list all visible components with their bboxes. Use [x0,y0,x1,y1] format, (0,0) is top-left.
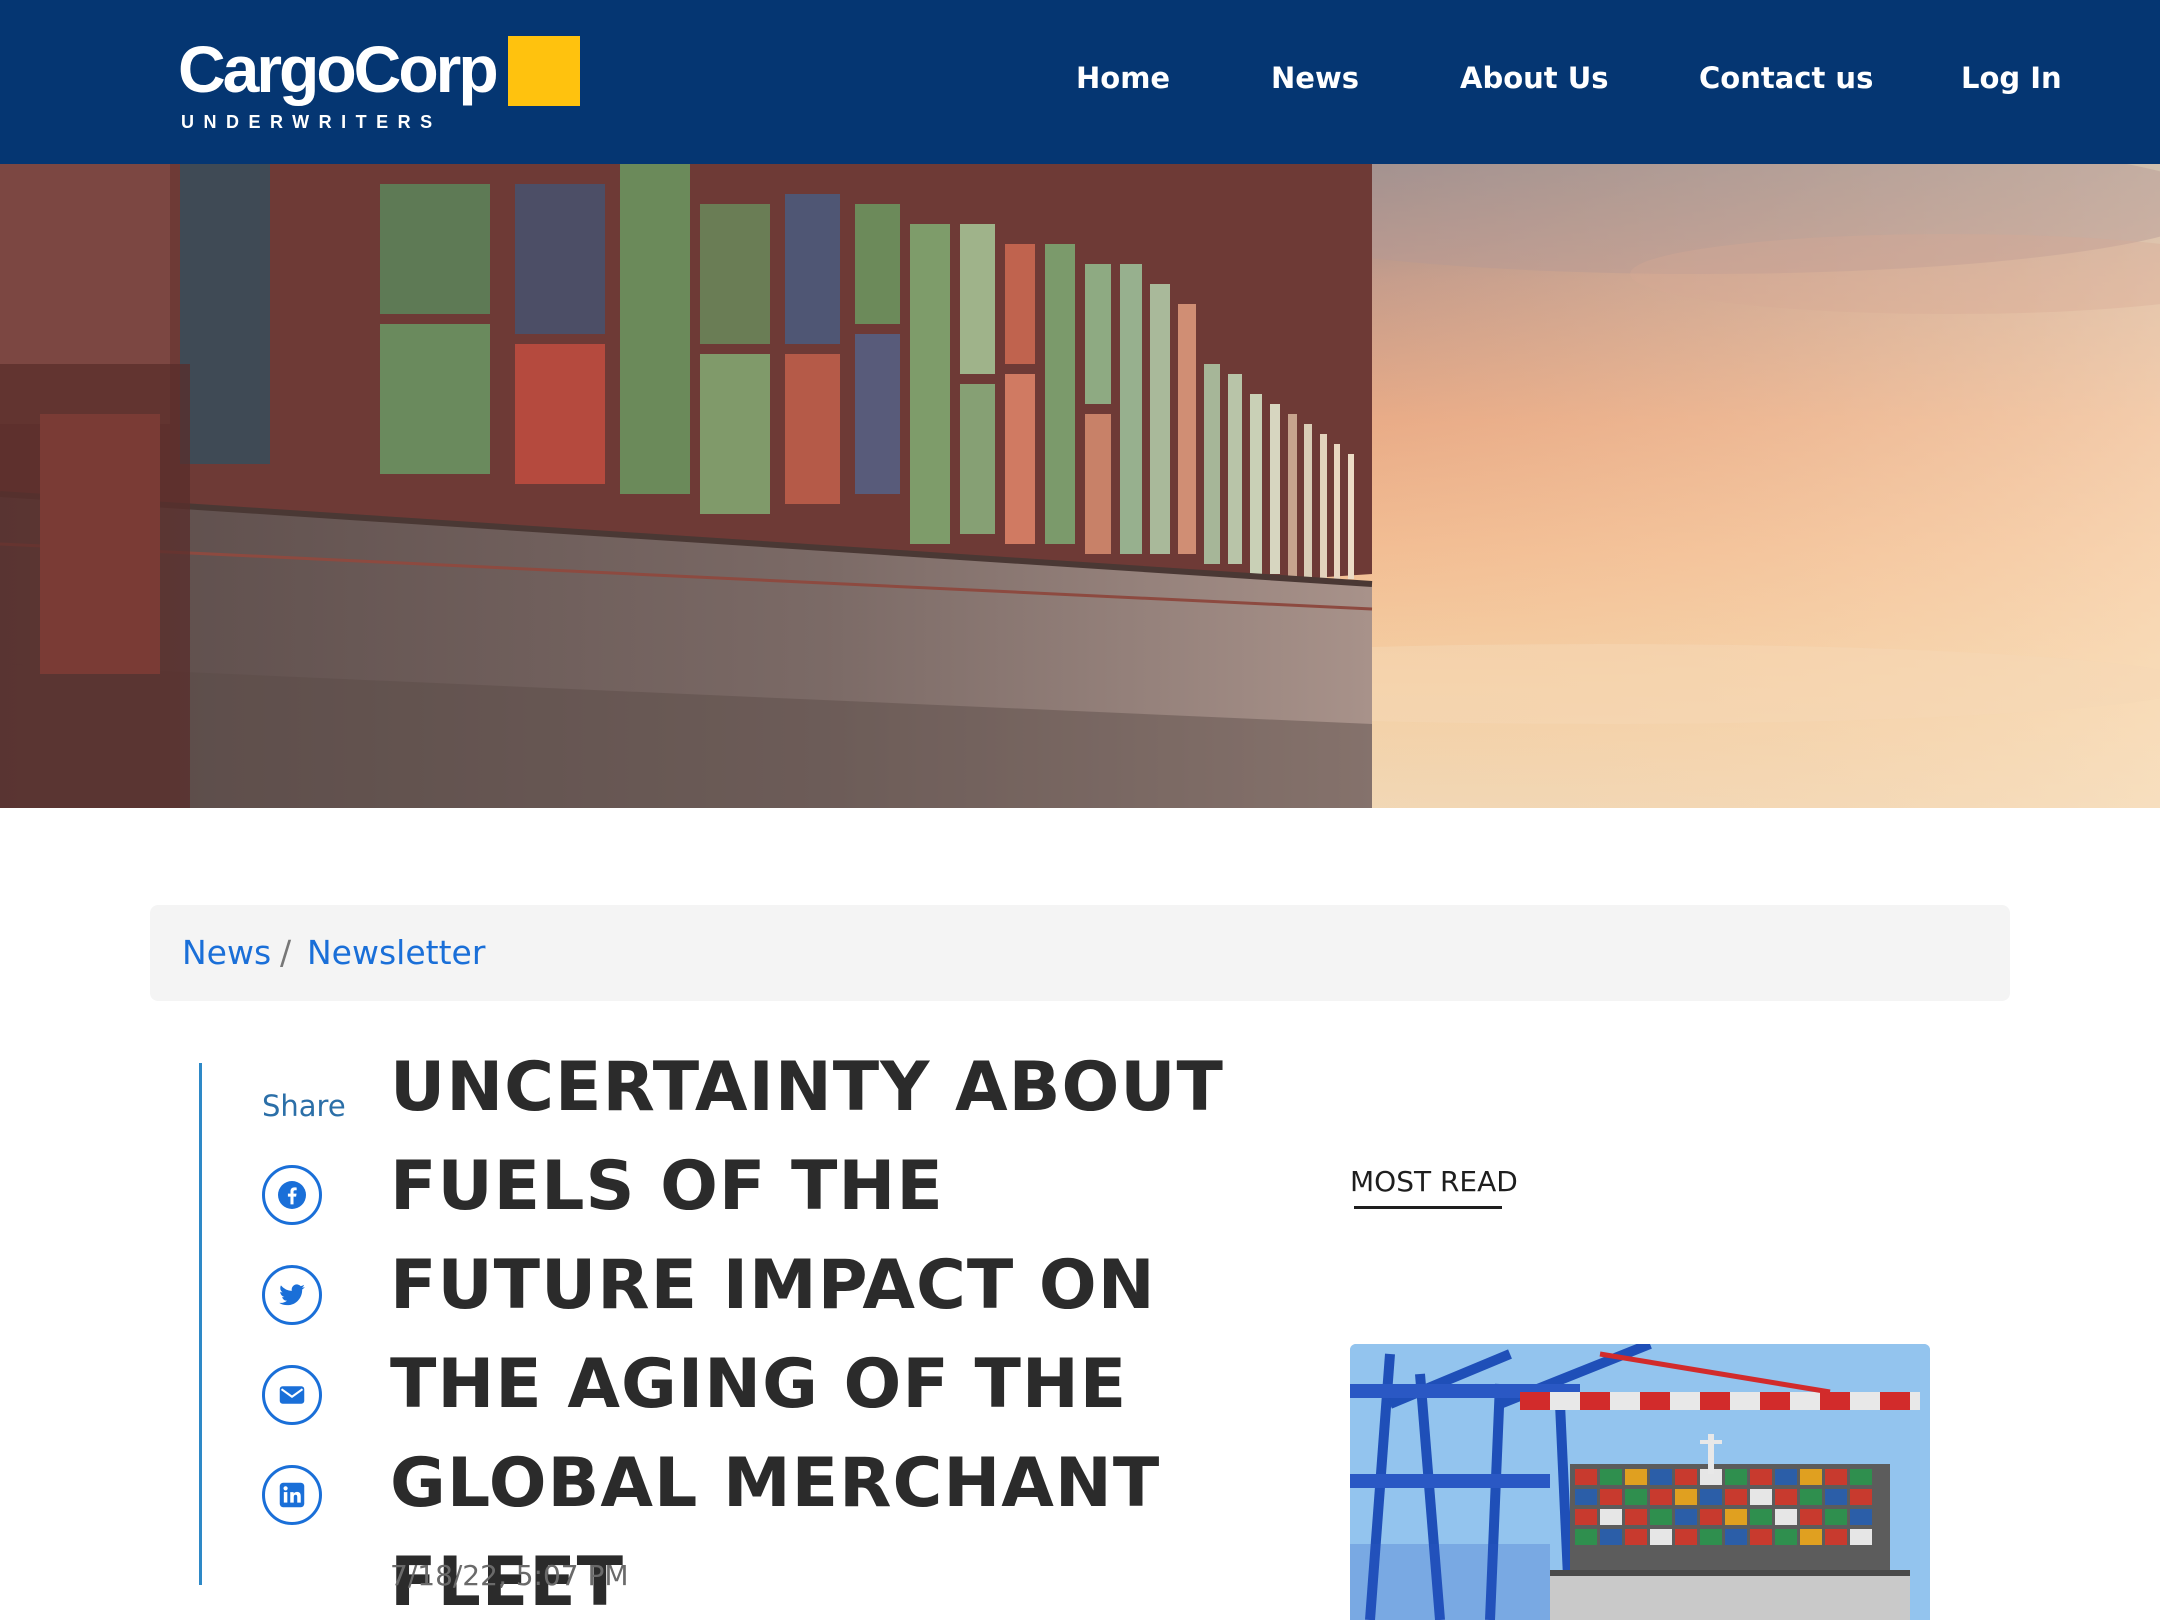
share-label: Share [262,1089,346,1123]
nav-contact-us[interactable]: Contact us [1699,56,1873,100]
breadcrumb: News / Newsletter [150,905,2010,1001]
share-twitter-button[interactable] [262,1265,322,1325]
linkedin-icon [279,1482,305,1508]
twitter-icon [279,1284,305,1306]
container-ship-illustration [0,164,2160,808]
share-facebook-button[interactable] [262,1165,322,1225]
breadcrumb-news[interactable]: News [182,929,271,977]
port-cranes-illustration [1350,1344,1930,1620]
nav-home[interactable]: Home [1076,56,1170,100]
most-read-article-thumbnail[interactable] [1350,1344,1930,1620]
nav-news[interactable]: News [1271,56,1359,100]
most-read-underline [1354,1206,1502,1209]
nav-log-in[interactable]: Log In [1961,56,2062,100]
most-read-heading: MOST READ [1350,1165,1518,1198]
article-date: 7/18/22, 5:07 PM [390,1559,629,1592]
share-divider [199,1063,202,1585]
share-email-button[interactable] [262,1365,322,1425]
breadcrumb-newsletter[interactable]: Newsletter [307,929,485,977]
site-header: CargoCorp UNDERWRITERS Home News About U… [0,0,2160,164]
main-nav: Home News About Us Contact us Log In [0,56,2160,100]
email-icon [279,1386,305,1404]
article-title: UNCERTAINTY ABOUT FUELS OF THE FUTURE IM… [390,1048,1224,1620]
hero-image [0,164,2160,808]
logo-subtitle: UNDERWRITERS [181,112,442,132]
breadcrumb-separator: / [280,933,292,972]
nav-about-us[interactable]: About Us [1460,56,1609,100]
facebook-icon [278,1181,306,1209]
share-linkedin-button[interactable] [262,1465,322,1525]
